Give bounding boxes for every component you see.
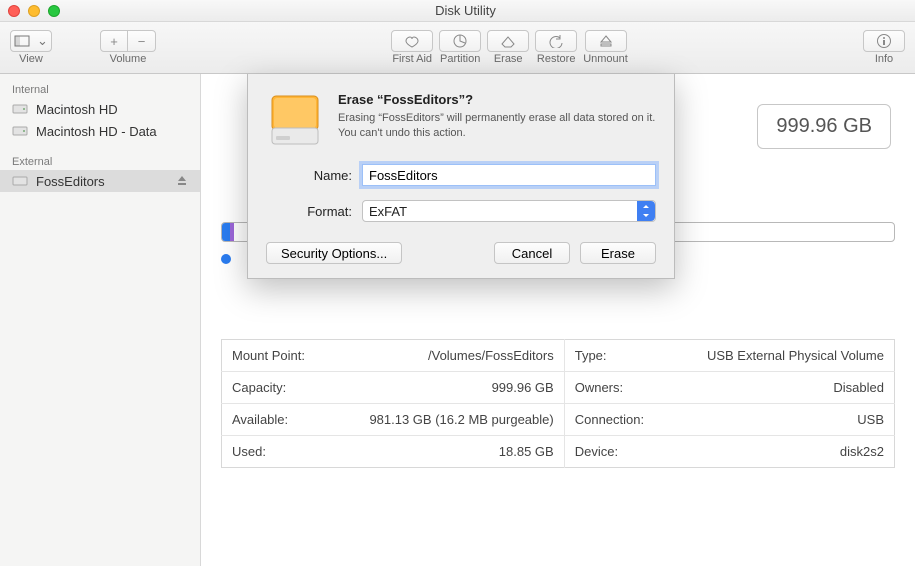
restore-button[interactable] xyxy=(535,30,577,52)
zoom-window-button[interactable] xyxy=(48,5,60,17)
sidebar-item-macintosh-hd-data[interactable]: Macintosh HD - Data xyxy=(0,120,200,142)
cancel-button[interactable]: Cancel xyxy=(494,242,570,264)
window-titlebar: Disk Utility xyxy=(0,0,915,22)
close-window-button[interactable] xyxy=(8,5,20,17)
view-button[interactable]: ⌄ xyxy=(10,30,52,52)
external-drive-icon xyxy=(266,92,324,150)
unmount-label: Unmount xyxy=(583,53,628,65)
info-val: USB External Physical Volume xyxy=(668,340,895,372)
window-title: Disk Utility xyxy=(8,3,915,18)
internal-disk-icon xyxy=(12,101,28,117)
erase-label: Erase xyxy=(494,53,523,65)
chevron-updown-icon xyxy=(637,201,655,221)
volume-add-button[interactable]: + xyxy=(100,30,128,52)
format-field-label: Format: xyxy=(266,204,362,219)
partition-label: Partition xyxy=(440,53,480,65)
info-key: Type: xyxy=(564,340,667,372)
info-key: Device: xyxy=(564,436,667,468)
info-label: Info xyxy=(875,53,893,65)
sheet-title: Erase “FossEditors”? xyxy=(338,92,656,107)
info-key: Mount Point: xyxy=(222,340,329,372)
view-label: View xyxy=(19,53,43,65)
info-val: 999.96 GB xyxy=(329,372,564,404)
volume-label: Volume xyxy=(110,53,147,65)
sidebar-item-fosseditors[interactable]: FossEditors xyxy=(0,170,200,192)
format-select[interactable]: ExFAT xyxy=(362,200,656,222)
volume-remove-button[interactable]: − xyxy=(128,30,156,52)
capacity-badge: 999.96 GB xyxy=(757,104,891,149)
eject-icon[interactable] xyxy=(176,174,188,189)
info-val: 981.13 GB (16.2 MB purgeable) xyxy=(329,404,564,436)
internal-disk-icon xyxy=(12,123,28,139)
usage-segment-other xyxy=(230,223,234,241)
first-aid-button[interactable] xyxy=(391,30,433,52)
info-key: Capacity: xyxy=(222,372,329,404)
format-select-value: ExFAT xyxy=(369,204,407,219)
info-key: Available: xyxy=(222,404,329,436)
usage-legend-dot xyxy=(221,254,231,264)
name-field-label: Name: xyxy=(266,168,362,183)
erase-confirm-button[interactable]: Erase xyxy=(580,242,656,264)
sheet-body: Erasing “FossEditors” will permanently e… xyxy=(338,111,656,141)
info-button[interactable] xyxy=(863,30,905,52)
sidebar-header-external: External xyxy=(0,152,200,170)
sidebar-item-label: FossEditors xyxy=(36,174,105,189)
sidebar: Internal Macintosh HD Macintosh HD - Dat… xyxy=(0,74,201,566)
security-options-button[interactable]: Security Options... xyxy=(266,242,402,264)
sidebar-header-internal: Internal xyxy=(0,80,200,98)
erase-button[interactable] xyxy=(487,30,529,52)
info-key: Owners: xyxy=(564,372,667,404)
info-val: 18.85 GB xyxy=(329,436,564,468)
info-val: /Volumes/FossEditors xyxy=(329,340,564,372)
info-val: USB xyxy=(668,404,895,436)
toolbar: ⌄ View + − Volume First Aid Partition Er… xyxy=(0,22,915,74)
first-aid-label: First Aid xyxy=(392,53,432,65)
partition-button[interactable] xyxy=(439,30,481,52)
window-controls xyxy=(8,5,60,17)
info-key: Used: xyxy=(222,436,329,468)
info-table: Mount Point: /Volumes/FossEditors Type: … xyxy=(221,339,895,468)
unmount-button[interactable] xyxy=(585,30,627,52)
erase-sheet: Erase “FossEditors”? Erasing “FossEditor… xyxy=(247,74,675,279)
info-key: Connection: xyxy=(564,404,667,436)
info-val: disk2s2 xyxy=(668,436,895,468)
usage-segment-used xyxy=(222,223,230,241)
info-val: Disabled xyxy=(668,372,895,404)
external-disk-icon xyxy=(12,173,28,189)
restore-label: Restore xyxy=(537,53,576,65)
minimize-window-button[interactable] xyxy=(28,5,40,17)
sidebar-item-label: Macintosh HD - Data xyxy=(36,124,157,139)
sidebar-item-label: Macintosh HD xyxy=(36,102,118,117)
sidebar-item-macintosh-hd[interactable]: Macintosh HD xyxy=(0,98,200,120)
name-input[interactable] xyxy=(362,164,656,186)
